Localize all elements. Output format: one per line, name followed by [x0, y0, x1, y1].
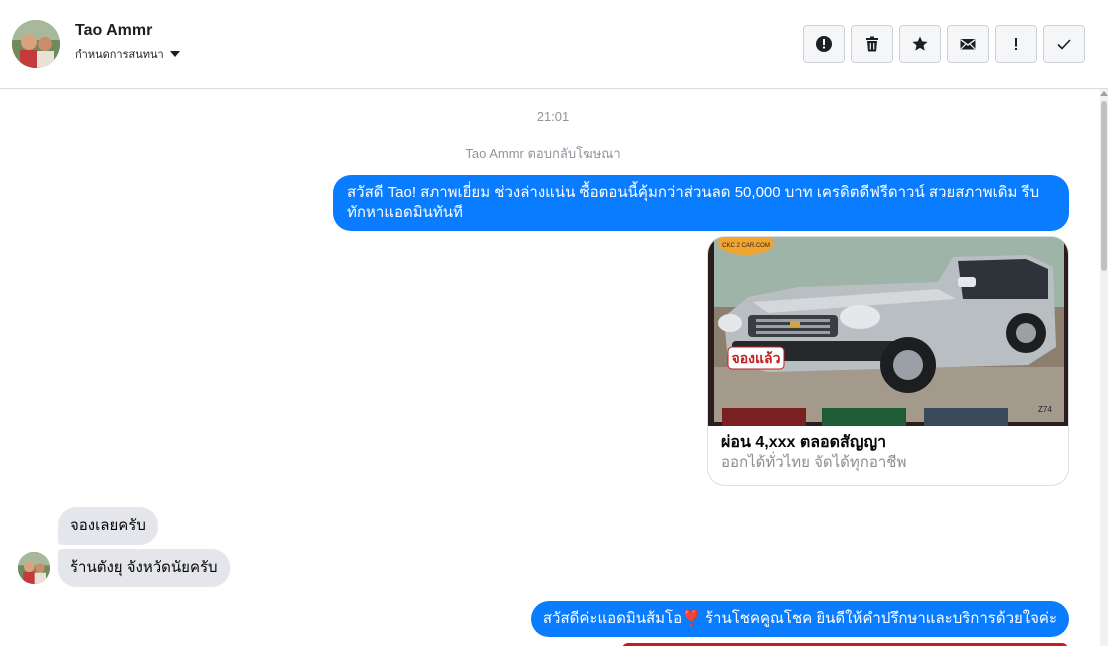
mark-unread-button[interactable]: [947, 25, 989, 63]
contact-avatar[interactable]: [12, 20, 60, 68]
trash-icon: [866, 36, 878, 52]
thread-scrollbar[interactable]: [1100, 89, 1108, 646]
message-timestamp: 21:01: [536, 109, 570, 124]
assign-conversation-dropdown[interactable]: กำหนดการสนทนา: [75, 45, 180, 63]
message-thread[interactable]: 21:01 Tao Ammr ตอบกลับโฆษณา สวัสดี Tao! …: [0, 89, 1100, 646]
contact-name[interactable]: Tao Ammr: [75, 22, 152, 40]
ad-image-code: Z74: [1038, 405, 1052, 414]
incoming-message[interactable]: ร้านตังยุ จังหวัดนัยครับ: [58, 549, 230, 587]
conversation-toolbar: [803, 25, 1085, 63]
exclamation-icon: [1015, 38, 1017, 50]
star-button[interactable]: [899, 25, 941, 63]
scroll-up-arrow-icon[interactable]: [1100, 91, 1108, 96]
assign-label: กำหนดการสนทนา: [75, 49, 164, 61]
ad-image-logo: CKC 2 CAR.COM: [722, 243, 770, 249]
ad-card[interactable]: CKC 2 CAR.COM จองแล้ว Z74 ผ่อน 4,xxx ตลอ…: [707, 236, 1069, 486]
scroll-thumb[interactable]: [1101, 101, 1107, 271]
alert-circle-icon: [816, 36, 832, 52]
star-icon: [912, 36, 928, 51]
contact-avatar-small[interactable]: [18, 552, 50, 584]
ad-car-image[interactable]: CKC 2 CAR.COM จองแล้ว Z74: [708, 237, 1069, 426]
avatar-photo-icon: [12, 20, 60, 68]
report-spam-button[interactable]: [803, 25, 845, 63]
ad-image-badge: จองแล้ว: [732, 351, 781, 367]
mark-important-button[interactable]: [995, 25, 1037, 63]
avatar-photo-icon: [18, 552, 50, 584]
envelope-icon: [960, 39, 976, 50]
ad-subtitle: ออกได้ทั่วไทย จัดได้ทุกอาชีพ: [721, 454, 907, 471]
incoming-message[interactable]: จองเลยครับ: [58, 507, 158, 545]
mark-done-button[interactable]: [1043, 25, 1085, 63]
outgoing-message[interactable]: สวัสดีค่ะแอดมินส้มโอ❣️ ร้านโชคคูณโชค ยิน…: [530, 601, 1069, 637]
delete-button[interactable]: [851, 25, 893, 63]
outgoing-message[interactable]: สวัสดี Tao! สภาพเยี่ยม ช่วงล่างแน่น ซื้อ…: [333, 175, 1069, 231]
check-icon: [1057, 39, 1071, 50]
ad-reply-notice: Tao Ammr ตอบกลับโฆษณา: [465, 146, 621, 161]
caret-down-icon: [169, 51, 180, 57]
conversation-header: Tao Ammr กำหนดการสนทนา: [0, 0, 1108, 89]
